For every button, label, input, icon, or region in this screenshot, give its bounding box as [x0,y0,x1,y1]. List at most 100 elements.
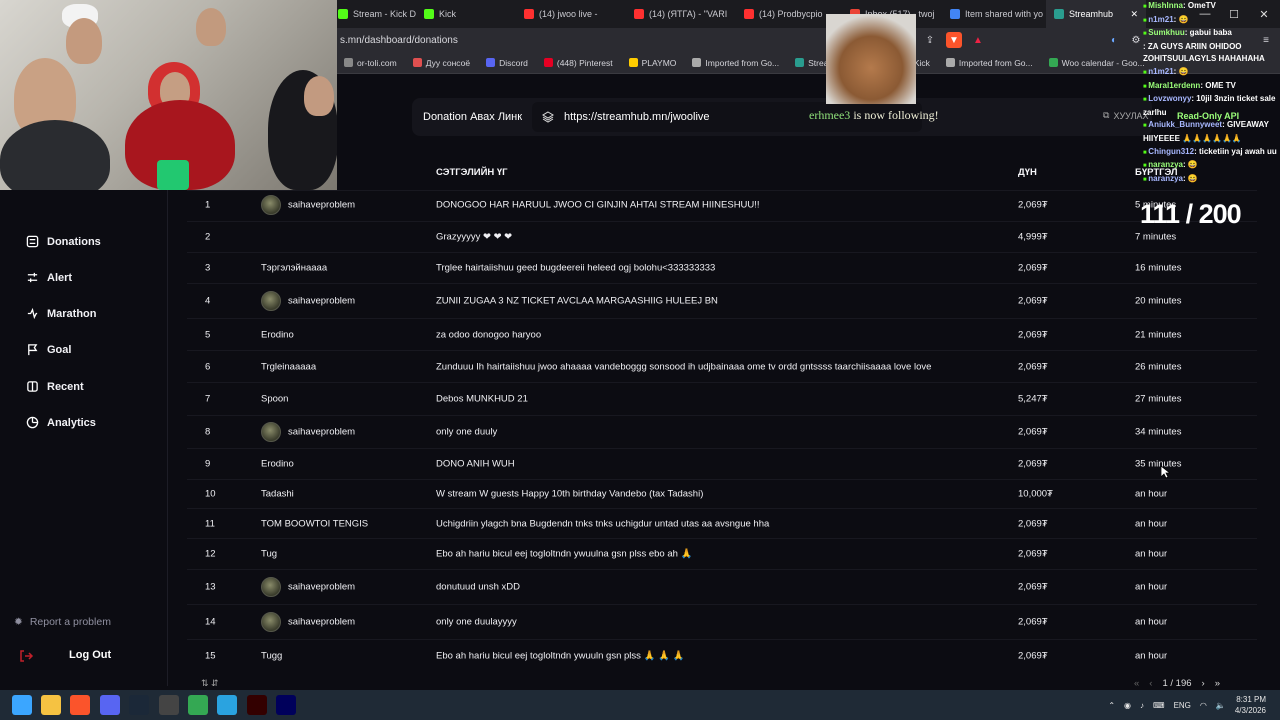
table-row[interactable]: 13 saihaveproblem donutuud unsh xDD 2,069₮ a… [187,569,1257,604]
language-indicator[interactable]: ENG [1174,701,1191,710]
telegram-icon[interactable] [217,695,237,715]
bookmark-item[interactable]: Discord [478,58,536,68]
donation-amount: 2,069₮ [1018,361,1048,372]
chat-text: : ticketiin yaj awah uu [1194,146,1277,156]
donation-message: only one duuly [436,426,498,438]
column-header-amount[interactable]: ДҮН [1018,167,1037,178]
browser-tab[interactable]: (14) jwoo live - [516,0,626,28]
chrome-icon[interactable] [188,695,208,715]
table-row[interactable]: 7 Spoon Debos MUNKHUD 21 5,247₮ 27 minutes [187,382,1257,415]
table-row[interactable]: 12 Tug Ebo ah hariu bicul eej togloltndn y… [187,538,1257,569]
table-row[interactable]: 15 Tugg Ebo ah hariu bicul eej togloltndn … [187,639,1257,672]
sidebar-item-analytics[interactable]: Analytics [26,416,96,429]
sidebar-item-marathon[interactable]: Marathon [26,307,97,320]
clock-date: 4/3/2026 [1234,706,1266,715]
table-row[interactable]: 3 Тэргэлэйнаааа Trglee hairtaiishuu geed b… [187,252,1257,283]
donor-name: Erodino [261,458,294,470]
browser-tab[interactable]: Streamhub ✕ [1046,0,1146,28]
donation-message: DONO ANIH WUH [436,458,515,470]
tab-label: (14) Prodbycpio [759,9,823,19]
browser-tab[interactable]: Kick [416,0,516,28]
chat-message: ■ Mishlnna: OmeTV [1143,0,1280,14]
avatar [261,577,281,597]
file-explorer-icon[interactable] [41,695,61,715]
sidebar-item-goal[interactable]: Goal [26,343,71,356]
extension-icon[interactable]: ◐ [1106,32,1122,48]
chat-text: : 😄 [1182,173,1198,183]
tab-label: (14) (ЯТГА) - "VARI [649,9,728,19]
sidebar-item-alert[interactable]: Alert [26,271,72,284]
close-tab-icon[interactable]: ✕ [1130,9,1138,20]
follow-alert: erhmee3 is now following! [809,108,939,123]
puzzle-icon[interactable]: ⚙ [1128,32,1144,48]
mic-icon[interactable]: ♪ [1140,701,1144,710]
bookmark-item[interactable]: Woo calendar - Goo... [1041,58,1153,68]
volume-icon[interactable]: 🔈 [1216,701,1226,710]
brave-shield-icon[interactable]: ▼ [946,32,962,48]
donation-link-bar: Donation Авах Линк https://streamhub.mn/… [412,98,1152,136]
prev-page-icon[interactable]: ‹ [1149,678,1152,689]
logout-button[interactable]: Log Out [69,649,111,661]
donation-message: ZUNII ZUGAA 3 NZ TICKET AVCLAA MARGAASHI… [436,295,718,307]
first-page-icon[interactable]: « [1134,678,1139,689]
copy-icon: ⧉ [1103,110,1110,120]
network-icon[interactable]: ◉ [1124,701,1131,710]
donation-message: W stream W guests Happy 10th birthday Va… [436,488,704,500]
follower-name: erhmee3 [809,108,851,122]
keyboard-icon[interactable]: ⌨ [1153,701,1165,710]
table-row[interactable]: 10 Tadashi W stream W guests Happy 10th bi… [187,479,1257,508]
chevron-up-icon[interactable]: ⌃ [1108,701,1115,710]
brave-rewards-icon[interactable]: ▲ [970,32,986,48]
browser-tab[interactable]: Stream - Kick Dashb [330,0,416,28]
link-icon [542,111,554,123]
donation-amount: 2,069₮ [1018,650,1048,662]
browser-tab[interactable]: (14) (ЯТГА) - "VARI [626,0,736,28]
table-row[interactable]: 8 saihaveproblem only one duuly 2,069₮ 34 mi… [187,415,1257,448]
last-page-icon[interactable]: » [1215,678,1220,689]
bookmark-item[interactable]: or-toli.com [336,58,405,68]
brave-icon[interactable] [70,695,90,715]
bookmark-item[interactable]: (448) Pinterest [536,58,621,68]
steam-icon[interactable] [129,695,149,715]
donation-amount: 2,069₮ [1018,426,1048,438]
donation-time: an hour [1135,488,1168,500]
table-row[interactable]: 4 saihaveproblem ZUNII ZUGAA 3 NZ TICKET A… [187,283,1257,318]
windows-start-icon[interactable] [12,695,32,715]
obs-icon[interactable] [159,695,179,715]
chat-text: : OmeTV [1182,1,1216,10]
share-icon[interactable]: ⇪ [922,32,938,48]
donation-time: 27 minutes [1135,393,1182,405]
donation-amount: 2,069₮ [1018,581,1048,593]
donation-time: 16 minutes [1135,262,1182,274]
sidebar-item-recent[interactable]: Recent [26,380,84,393]
premiere-icon[interactable] [276,695,296,715]
sidebar-item-donations[interactable]: Donations [26,235,101,248]
bookmark-item[interactable]: Imported from Go... [938,58,1041,68]
table-row[interactable]: 2 Grazyyyyy ❤ ❤ ❤ 4,999₮ 7 minutes [187,221,1257,252]
column-header-message[interactable]: СЭТГЭЛИЙН ҮГ [436,167,508,178]
donation-time: 20 minutes [1135,295,1182,307]
clock[interactable]: 8:31 PM 4/3/2026 [1235,694,1266,716]
table-row[interactable]: 1 saihaveproblem DONOGOO HAR HARUUL JWOO C… [187,190,1257,218]
chat-overlay: ■ Mishlnna: OmeTV ■ n1m21: 😄 ■ Sumkhuu: ga… [1143,0,1280,190]
donation-message: za odoo donogoo haryoo [436,329,542,340]
sort-icon[interactable]: ⇅ ⇵ [201,678,219,689]
url-text[interactable]: s.mn/dashboard/donations [340,35,458,46]
browser-tab[interactable]: Item shared with yo [942,0,1046,28]
report-problem-link[interactable]: ✹ Report a problem [14,616,111,628]
bookmark-item[interactable]: PLAYMO [621,58,685,68]
table-row[interactable]: 11 TOM BOOWTOI TENGIS Uchigdriin ylagch bn… [187,508,1257,538]
copy-link-button[interactable]: ⧉ ХУУЛАХ [1103,110,1149,121]
table-row[interactable]: 6 Trgleinaaaaa Zunduuu Ih hairtaiishuu jwo… [187,350,1257,382]
logout-icon[interactable] [18,648,34,664]
bookmark-item[interactable]: Дуу сонсоё [405,58,478,68]
illustrator-icon[interactable] [247,695,267,715]
wifi-icon[interactable]: ◠ [1200,701,1207,710]
tab-label: Kick [439,9,457,19]
table-row[interactable]: 5 Erodino za odoo donogoo haryoo 2,069₮ 21 m… [187,318,1257,350]
table-row[interactable]: 9 Erodino DONO ANIH WUH 2,069₮ 35 minutes [187,448,1257,479]
discord-icon[interactable] [100,695,120,715]
bookmark-item[interactable]: Imported from Go... [684,58,787,68]
table-row[interactable]: 14 saihaveproblem only one duulayyyy 2,069₮… [187,604,1257,639]
next-page-icon[interactable]: › [1202,678,1205,689]
